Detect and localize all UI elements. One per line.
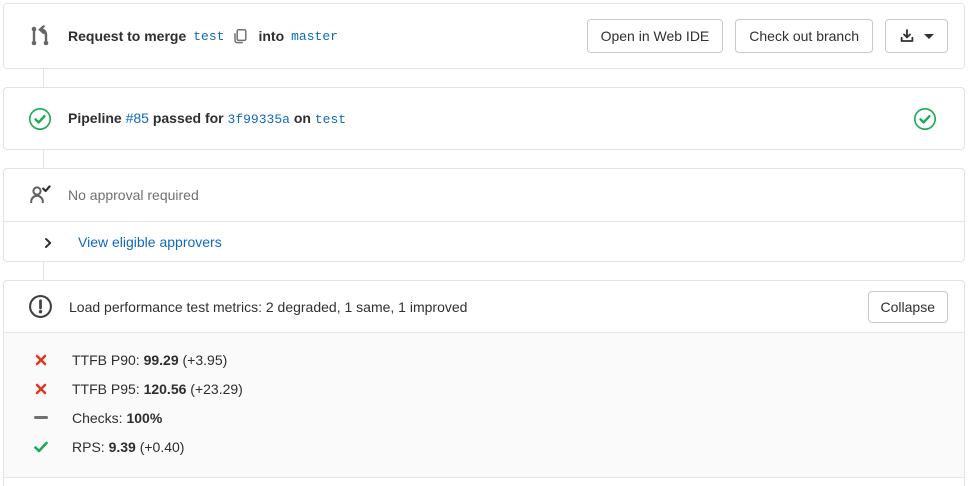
chevron-down-icon [924,34,934,39]
target-branch-link[interactable]: master [291,29,338,44]
collapse-button[interactable]: Collapse [868,291,948,323]
pipeline-id-link[interactable]: #85 [126,110,149,126]
approval-user-check-icon [28,183,52,207]
merge-title: Request to merge test into master [68,28,338,44]
section-connector [43,69,44,87]
section-connector [43,150,44,168]
download-icon [899,28,915,44]
same-dash-icon [33,410,49,426]
metric-label: Checks: [72,410,123,426]
approval-status-row: No approval required [4,169,964,222]
request-to-merge-label: Request to merge [68,28,186,44]
approvers-toggle-row[interactable]: View eligible approvers [4,222,964,261]
metric-text: TTFB P90: 99.29 (+3.95) [72,352,227,368]
degraded-x-icon [33,381,49,397]
metric-row: RPS: 9.39 (+0.40) [4,432,964,461]
merge-request-icon [28,24,52,48]
download-dropdown-button[interactable] [885,19,948,53]
metric-value: 99.29 [144,352,179,368]
metric-delta: (+3.95) [183,352,228,368]
mr-widget: Request to merge test into master Open i… [0,0,978,486]
pipeline-status-text: Pipeline #85 passed for 3f99335a on test [68,110,346,127]
section-connector [43,262,44,280]
checkout-branch-button[interactable]: Check out branch [735,19,873,53]
degraded-x-icon [33,352,49,368]
load-performance-summary: Load performance test metrics: 2 degrade… [69,299,467,315]
metric-text: RPS: 9.39 (+0.40) [72,439,184,455]
metric-value: 120.56 [144,381,187,397]
load-performance-metrics: TTFB P90: 99.29 (+3.95) TTFB P95: 120.56… [4,333,964,478]
metric-text: TTFB P95: 120.56 (+23.29) [72,381,243,397]
passed-for-label: passed for [153,110,224,126]
alert-exclamation-icon [28,294,53,319]
metric-label: TTFB P90: [72,352,140,368]
into-label: into [258,28,284,44]
pipeline-card: Pipeline #85 passed for 3f99335a on test [3,87,965,150]
load-performance-card: Load performance test metrics: 2 degrade… [3,280,965,486]
view-eligible-approvers-link[interactable]: View eligible approvers [78,234,222,250]
metric-row: TTFB P90: 99.29 (+3.95) [4,345,964,374]
metric-delta: (+23.29) [190,381,243,397]
source-branch-link[interactable]: test [193,29,224,44]
metric-value: 9.39 [109,439,136,455]
open-web-ide-button[interactable]: Open in Web IDE [587,19,724,53]
pipeline-mini-status-icon[interactable] [913,107,937,131]
approval-status-text: No approval required [68,187,199,203]
commit-sha-link[interactable]: 3f99335a [228,112,290,127]
improved-check-icon [33,439,49,455]
metric-delta: (+0.40) [140,439,185,455]
copy-branch-icon[interactable] [232,28,248,44]
metric-row: Checks: 100% [4,403,964,432]
ci-status-passed-icon[interactable] [28,107,52,131]
approvals-card: No approval required View eligible appro… [3,168,965,262]
metric-label: TTFB P95: [72,381,140,397]
chevron-right-icon[interactable] [42,236,54,248]
pipeline-label: Pipeline [68,110,122,126]
on-label: on [294,110,311,126]
load-performance-header: Load performance test metrics: 2 degrade… [4,281,964,333]
metric-label: RPS: [72,439,105,455]
metric-row: TTFB P95: 120.56 (+23.29) [4,374,964,403]
pipeline-branch-link[interactable]: test [315,112,346,127]
metric-value: 100% [126,410,162,426]
merge-header-card: Request to merge test into master Open i… [3,3,965,69]
metric-text: Checks: 100% [72,410,162,426]
